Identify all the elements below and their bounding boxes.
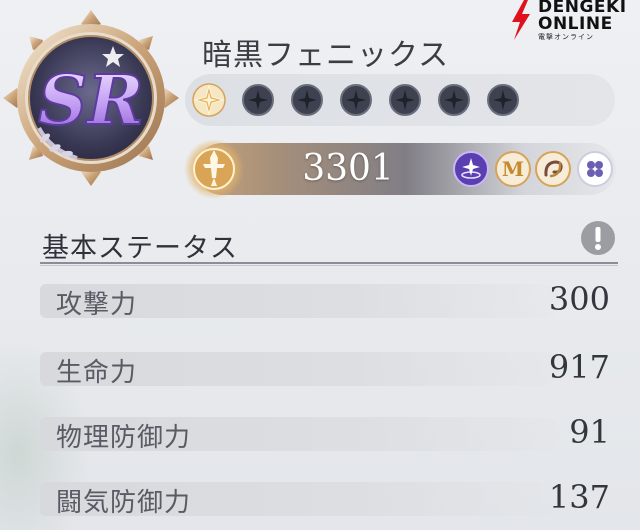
stat-label: 生命力 (56, 358, 138, 388)
clover-icon[interactable] (577, 151, 613, 187)
stat-label: 攻撃力 (56, 290, 138, 320)
section-divider (40, 262, 618, 264)
watermark-line2: ONLINE (538, 14, 613, 34)
svg-text:M: M (502, 157, 524, 181)
combat-power-value: 3301 (302, 148, 394, 189)
stat-value: 917 (548, 348, 610, 386)
stat-label: 闘気防御力 (56, 488, 192, 518)
dengeki-online-watermark: DENGEKI ONLINE 電撃オンライン (510, 0, 640, 42)
watermark-sub: 電撃オンライン (538, 33, 594, 41)
stat-value: 91 (569, 413, 610, 451)
svg-text:SR: SR (38, 61, 144, 141)
stat-label: 物理防御力 (56, 423, 192, 453)
star-empty-icon (340, 84, 372, 116)
m-medal-icon[interactable]: M (495, 151, 531, 187)
stat-row-attack: 攻撃力 300 (40, 280, 620, 320)
unit-name: 暗黒フェニックス (202, 38, 450, 73)
section-divider-shadow (40, 265, 618, 266)
star-filled-icon (192, 83, 226, 117)
info-exclamation-button[interactable] (579, 219, 617, 257)
swirl-icon[interactable] (535, 151, 571, 187)
sword-power-icon (184, 139, 244, 199)
magic-orb-icon[interactable] (453, 151, 489, 187)
lightning-logo-icon (512, 0, 530, 40)
star-empty-icon (438, 84, 470, 116)
section-title-basic-status: 基本ステータス (42, 233, 238, 264)
star-empty-icon (389, 84, 421, 116)
star-empty-icon (487, 84, 519, 116)
star-empty-icon (291, 84, 323, 116)
stat-row-aura-defense: 闘気防御力 137 (40, 478, 620, 518)
stat-row-hp: 生命力 917 (40, 348, 620, 388)
star-empty-icon (242, 84, 274, 116)
stat-value: 137 (548, 478, 610, 516)
stat-row-physical-defense: 物理防御力 91 (40, 413, 620, 453)
sr-rarity-badge: SR (3, 10, 179, 186)
stat-value: 300 (548, 280, 610, 318)
